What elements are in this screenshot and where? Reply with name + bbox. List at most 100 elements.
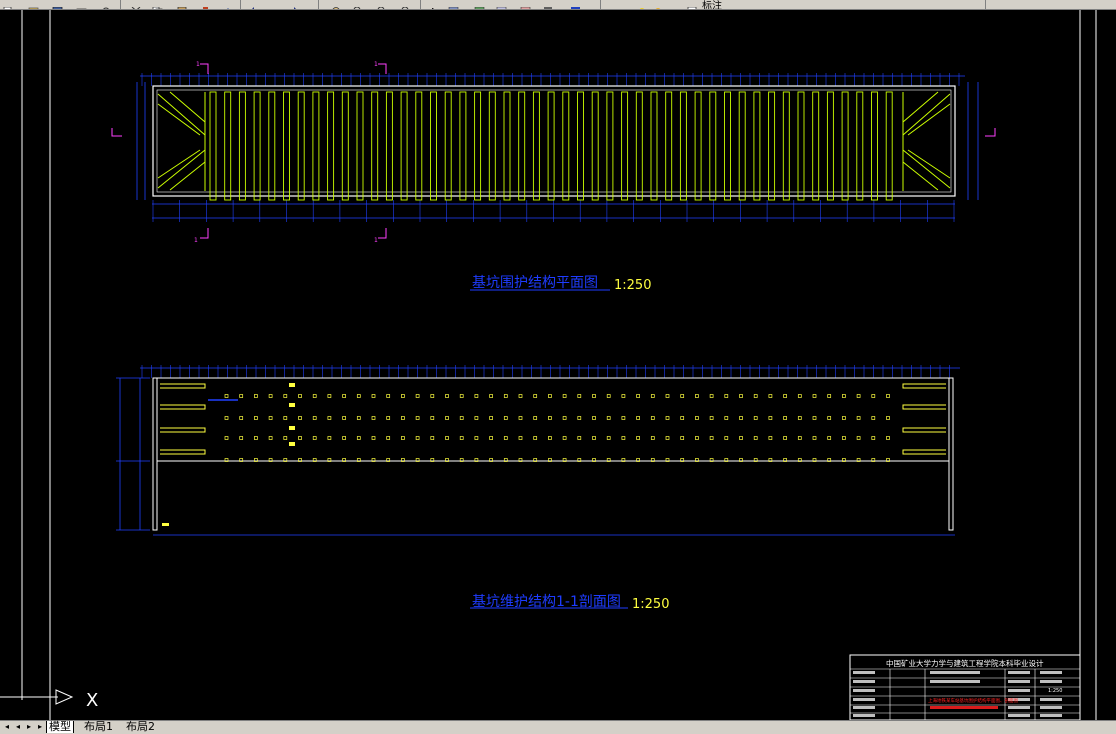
section-view <box>116 365 960 536</box>
section-strut-point <box>665 436 670 440</box>
paste-icon[interactable] <box>176 0 188 9</box>
properties-icon[interactable]: A <box>428 0 440 9</box>
section-strut-point <box>680 436 685 440</box>
section-strut-point <box>871 436 876 440</box>
section-strut-point <box>562 416 567 420</box>
redo-icon[interactable] <box>288 0 300 9</box>
plan-strut <box>871 91 878 201</box>
plan-strut <box>856 91 864 201</box>
section-strut-point <box>753 436 758 440</box>
section-strut-point <box>268 436 273 440</box>
section-strut-point <box>621 436 626 440</box>
markup-icon[interactable] <box>520 0 532 9</box>
tab-layout1[interactable]: 布局1 <box>84 721 113 733</box>
tab-layout2[interactable]: 布局2 <box>126 721 155 733</box>
section-strut-point <box>356 416 361 420</box>
section-strut-point <box>445 436 449 440</box>
match-properties-icon[interactable] <box>200 0 212 9</box>
first-tab-icon[interactable]: ◂ <box>2 722 12 732</box>
title-block-cell-text <box>853 689 875 692</box>
ucs-icon <box>0 689 74 705</box>
sheet-set-icon[interactable] <box>496 0 508 9</box>
section-strut-point <box>327 394 332 398</box>
section-strut-point <box>768 416 773 420</box>
save-icon[interactable] <box>52 0 64 9</box>
section-strut-point <box>665 416 670 420</box>
section-strut-point <box>401 416 405 420</box>
section-strut-point <box>548 436 552 440</box>
layer-properties-icon[interactable] <box>610 0 622 8</box>
section-strut-point <box>636 416 640 420</box>
plan-strut <box>209 91 217 201</box>
tab-model[interactable]: 模型 <box>46 721 74 733</box>
zoom-previous-icon[interactable] <box>400 0 412 9</box>
section-strut-point <box>371 436 376 440</box>
cut-icon[interactable] <box>130 0 142 9</box>
layer-color-icon[interactable] <box>686 0 698 9</box>
section-strut-point <box>886 436 890 440</box>
layer-on-icon[interactable] <box>636 0 648 9</box>
section-strut-point <box>342 436 346 440</box>
section-strut-point <box>797 436 802 440</box>
section-strut-point <box>268 394 273 398</box>
plan-strut <box>738 91 746 201</box>
section-marker-block <box>289 383 295 387</box>
layer-freeze-icon[interactable] <box>652 0 664 9</box>
plan-strut <box>812 91 820 201</box>
section-strut-point <box>254 416 258 420</box>
section-strut-point <box>812 394 817 398</box>
section-strut-point <box>709 394 714 398</box>
section-strut-point <box>680 394 685 398</box>
section-strut-point <box>518 436 523 440</box>
layer-lock-icon[interactable] <box>668 0 680 8</box>
section-strut-point <box>695 416 699 420</box>
section-strut-point <box>312 436 317 440</box>
zoom-window-icon[interactable] <box>376 0 388 9</box>
next-tab-icon[interactable]: ▸ <box>24 722 34 732</box>
layer-previous-icon[interactable] <box>996 0 1008 8</box>
plan-strut <box>724 91 731 201</box>
section-strut-point <box>254 436 258 440</box>
section-strut-point <box>430 416 435 420</box>
section-strut-point <box>518 416 523 420</box>
undo-icon[interactable] <box>248 0 260 9</box>
open-icon[interactable] <box>28 0 40 9</box>
last-tab-icon[interactable]: ▸ <box>35 722 45 732</box>
title-block-cell-text <box>1008 714 1030 717</box>
section-strut-point <box>239 394 244 398</box>
section-strut-point <box>827 394 832 398</box>
design-center-icon[interactable] <box>448 0 460 9</box>
layout-tab-bar: ◂ ◂ ▸ ▸ 模型 布局1 布局2 <box>0 720 1116 734</box>
copy-icon[interactable] <box>152 0 164 9</box>
calculator-icon[interactable] <box>542 0 554 9</box>
section-strut-point <box>871 394 876 398</box>
block-editor-icon[interactable] <box>222 0 234 9</box>
plan-strut <box>341 91 349 201</box>
print-icon[interactable] <box>76 0 88 9</box>
title-block-cell-text <box>853 706 875 709</box>
section-strut-point <box>856 436 861 440</box>
section-strut-point <box>533 436 538 440</box>
plan-strut <box>532 91 540 201</box>
section-strut-point <box>768 436 773 440</box>
plan-title: 基坑围护结构平面图 <box>472 274 598 291</box>
section-strut-points <box>224 394 890 462</box>
section-strut-point <box>783 436 787 440</box>
section-strut-point <box>298 436 302 440</box>
plan-strut <box>635 91 643 201</box>
model-space-canvas[interactable]: 1 1 1 1 基坑围护结构平面图 1:250 基坑维护结构1-1剖面图 1:2… <box>0 10 1116 721</box>
tool-palette-icon[interactable] <box>474 0 486 9</box>
section-strut-point <box>371 394 376 398</box>
plan-dim-ticks-bottom <box>152 200 955 222</box>
section-strut-point <box>474 416 479 420</box>
section-strut-point <box>415 436 420 440</box>
new-icon[interactable] <box>2 0 14 9</box>
zoom-realtime-icon[interactable] <box>352 0 364 9</box>
pan-icon[interactable] <box>330 0 342 9</box>
plan-strut <box>415 91 423 201</box>
help-icon[interactable] <box>570 0 582 9</box>
section-strut-point <box>797 394 802 398</box>
prev-tab-icon[interactable]: ◂ <box>13 722 23 732</box>
layer-dropdown-value[interactable]: 标注 <box>702 0 722 9</box>
plot-preview-icon[interactable] <box>100 0 112 9</box>
